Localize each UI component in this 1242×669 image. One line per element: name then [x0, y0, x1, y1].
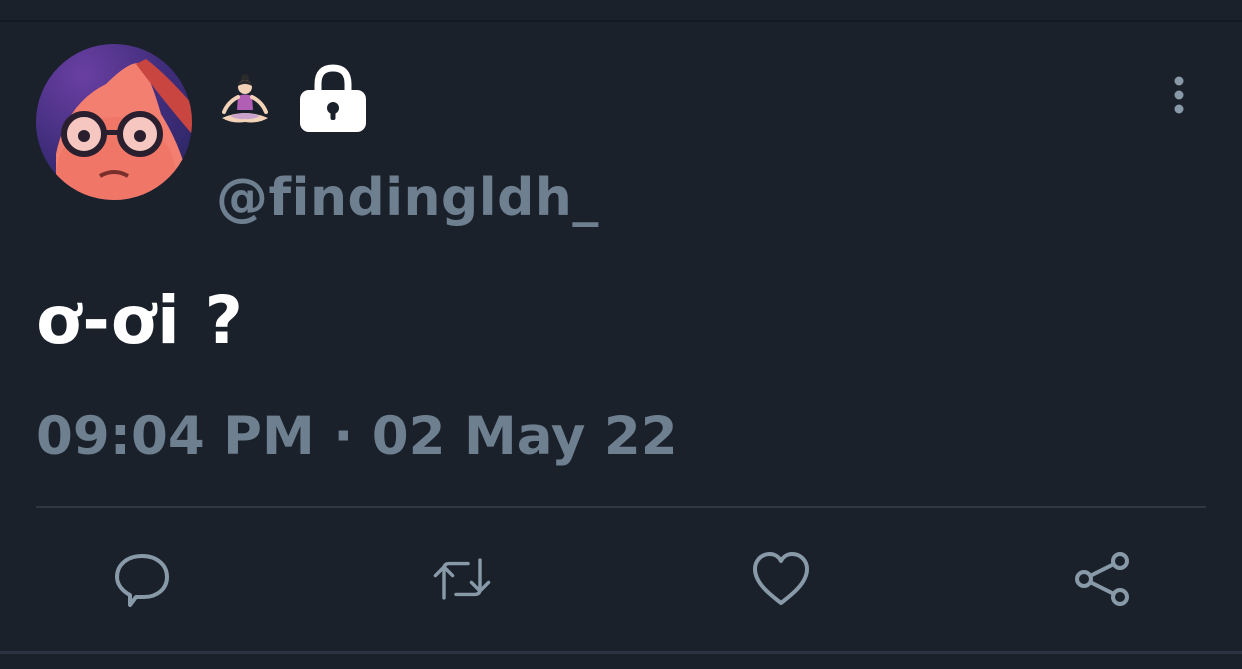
share-button[interactable] [1068, 545, 1136, 613]
display-name-row[interactable] [218, 62, 368, 136]
reply-button[interactable] [108, 545, 176, 613]
tweet-timestamp[interactable]: 09:04 PM · 02 May 22 [36, 406, 678, 467]
divider [36, 506, 1206, 508]
retweet-button[interactable] [428, 545, 496, 613]
top-border [0, 20, 1242, 22]
like-button[interactable] [747, 545, 815, 613]
share-icon [1075, 552, 1129, 606]
more-vertical-icon[interactable] [1166, 74, 1192, 118]
reply-icon [115, 554, 169, 607]
tweet-text: ơ-ơi ? [36, 282, 244, 359]
lock-icon [300, 64, 366, 132]
like-icon [753, 552, 809, 605]
user-handle[interactable]: @findingldh_ [216, 168, 599, 228]
person-in-lotus-position-emoji [222, 74, 268, 123]
retweet-icon [433, 558, 491, 600]
bottom-border [0, 651, 1242, 654]
avatar[interactable] [36, 44, 192, 200]
